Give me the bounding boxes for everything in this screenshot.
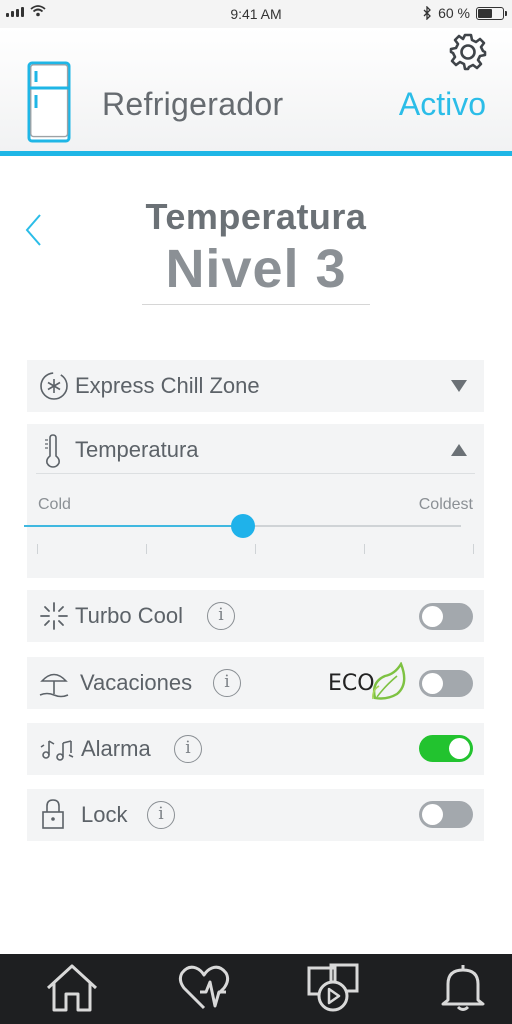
vacaciones-toggle[interactable] xyxy=(419,670,473,697)
slider-max-label: Coldest xyxy=(418,496,473,513)
express-chill-row[interactable]: Express Chill Zone xyxy=(27,360,484,412)
slider-fill xyxy=(24,525,243,527)
turbo-cool-label: Turbo Cool xyxy=(75,603,184,628)
express-chill-icon xyxy=(40,372,68,400)
media-icon[interactable] xyxy=(306,962,362,1014)
bottom-navigation xyxy=(0,954,512,1024)
status-right: 60 % xyxy=(423,5,507,21)
battery-icon xyxy=(476,6,507,20)
lock-row: Lock i xyxy=(27,789,484,841)
turbo-cool-info-button[interactable]: i xyxy=(207,602,235,630)
status-bar: 9:41 AM 60 % xyxy=(0,0,512,28)
title-divider xyxy=(142,304,370,305)
eco-badge: ECO xyxy=(328,671,375,696)
caret-down-icon[interactable] xyxy=(450,379,468,393)
settings-gear-icon[interactable] xyxy=(448,32,488,72)
turbo-icon xyxy=(40,602,68,630)
bluetooth-icon xyxy=(423,6,431,20)
alarma-info-button[interactable]: i xyxy=(174,735,202,763)
caret-up-icon[interactable] xyxy=(450,443,468,457)
slider-tick xyxy=(364,544,365,554)
appliance-title: Refrigerador xyxy=(102,86,284,122)
refrigerator-icon xyxy=(27,61,71,143)
temperature-panel: Temperatura xyxy=(27,424,484,578)
slider-tick xyxy=(473,544,474,554)
temperature-label: Temperatura xyxy=(75,437,199,462)
thermometer-icon xyxy=(45,434,60,468)
alarma-label: Alarma xyxy=(81,736,151,761)
lock-toggle[interactable] xyxy=(419,801,473,828)
beach-umbrella-icon xyxy=(39,673,69,698)
slider-tick xyxy=(146,544,147,554)
vacaciones-info-button[interactable]: i xyxy=(213,669,241,697)
vacaciones-label: Vacaciones xyxy=(80,670,193,695)
lock-label: Lock xyxy=(81,802,128,827)
music-notes-icon xyxy=(40,740,74,761)
slider-thumb[interactable] xyxy=(230,514,255,538)
home-icon[interactable] xyxy=(44,962,100,1014)
padlock-icon xyxy=(42,799,64,829)
slider-min-label: Cold xyxy=(38,496,71,513)
bell-icon[interactable] xyxy=(438,962,488,1014)
panel-divider xyxy=(36,473,475,474)
appliance-status: Activo xyxy=(398,86,486,122)
temperature-level: Nivel 3 xyxy=(165,239,347,299)
turbo-cool-toggle[interactable] xyxy=(419,603,473,630)
vacaciones-row: Vacaciones i ECO xyxy=(27,657,484,709)
slider-tick xyxy=(37,544,38,554)
heart-pulse-icon[interactable] xyxy=(176,962,232,1014)
alarma-toggle[interactable] xyxy=(419,735,473,762)
page-title: Temperatura xyxy=(145,196,367,237)
eco-leaf-icon xyxy=(372,662,406,700)
lock-info-button[interactable]: i xyxy=(147,801,175,829)
battery-percent: 60 % xyxy=(438,5,470,21)
turbo-cool-row: Turbo Cool i xyxy=(27,590,484,642)
header-divider xyxy=(0,151,512,156)
express-chill-label: Express Chill Zone xyxy=(75,373,260,398)
slider-tick xyxy=(255,544,256,554)
alarma-row: Alarma i xyxy=(27,723,484,775)
